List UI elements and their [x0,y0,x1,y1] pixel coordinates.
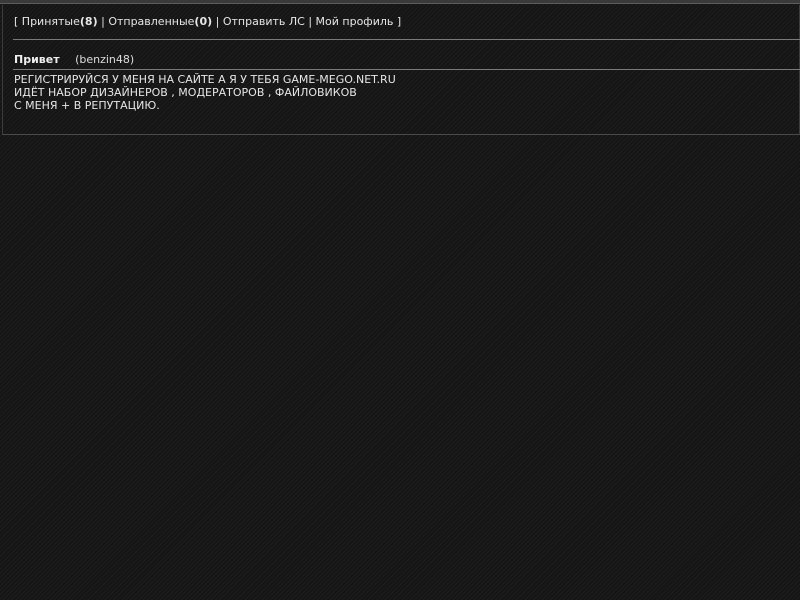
message-line: ИДЁТ НАБОР ДИЗАЙНЕРОВ , МОДЕРАТОРОВ , ФА… [14,86,357,99]
message-subject: Привет [14,53,60,66]
nav-received-label: Принятые [21,15,80,28]
message-header: Привет (benzin48) [14,53,134,66]
pm-panel: [ Принятые(8) | Отправленные(0) | Отправ… [2,5,800,135]
nav-link-profile[interactable]: Мой профиль [316,15,394,28]
nav-sent-count-close: ) [207,15,213,28]
nav-close-bracket: ] [396,15,402,28]
message-line: РЕГИСТРИРУЙСЯ У МЕНЯ НА САЙТЕ А Я У ТЕБЯ… [14,73,396,86]
message-line: С МЕНЯ + В РЕПУТАЦИЮ. [14,99,160,112]
message-body: РЕГИСТРИРУЙСЯ У МЕНЯ НА САЙТЕ А Я У ТЕБЯ… [14,73,396,112]
divider [13,39,800,40]
nav-separator: | [215,15,220,28]
message-author[interactable]: (benzin48) [75,53,134,66]
pm-navigation: [ Принятые(8) | Отправленные(0) | Отправ… [14,15,401,28]
nav-sent-label: Отправленные [108,15,195,28]
nav-link-send-pm[interactable]: Отправить ЛС [223,15,305,28]
nav-sent-count: 0 [199,15,208,28]
nav-separator: | [101,15,105,28]
nav-link-sent[interactable]: Отправленные(0) [108,15,212,28]
nav-received-count: 8 [84,15,93,28]
nav-received-count-close: ) [92,15,98,28]
nav-link-received[interactable]: Принятые(8) [22,15,98,28]
nav-separator: | [308,15,313,28]
nav-open-bracket: [ [14,15,19,28]
divider [13,69,800,70]
top-frame-bar [0,0,800,4]
